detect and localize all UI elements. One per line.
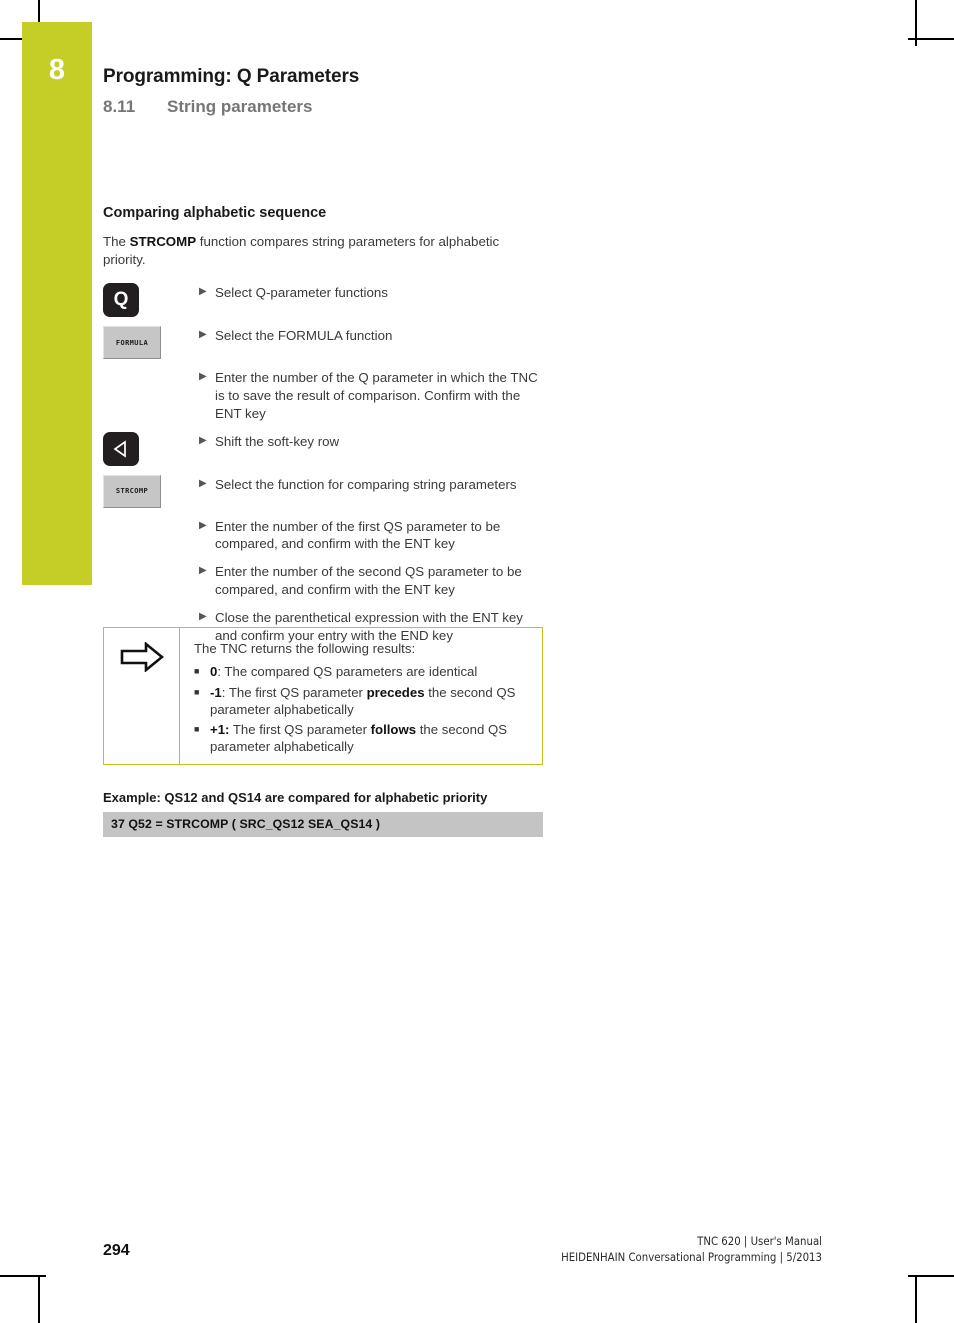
footer-meta: TNC 620 | User's Manual HEIDENHAIN Conve…	[561, 1234, 822, 1267]
footer-line-1: TNC 620 | User's Manual	[697, 1235, 822, 1248]
left-triangle-key-icon[interactable]	[103, 431, 139, 466]
chapter-accent-tab	[22, 22, 92, 585]
section-title: String parameters	[167, 97, 313, 116]
note-item-emphasis: follows	[370, 722, 417, 738]
intro-prefix: The	[103, 234, 130, 249]
note-item-list: ■ 0: The compared QS parameters are ident…	[194, 663, 532, 755]
note-item-text: +1: The first QS parameter follows the s…	[210, 721, 532, 755]
note-item-pre: : The first QS parameter	[221, 684, 367, 700]
instruction-step: ▶ Enter the number of the Q parameter in …	[103, 367, 548, 422]
instruction-step: FORMULA ▶ Select the FORMULA function	[103, 325, 548, 360]
note-item: ■ +1: The first QS parameter follows the …	[194, 721, 532, 755]
footer-line-2: HEIDENHAIN Conversational Programming | …	[561, 1251, 822, 1265]
formula-softkey-icon[interactable]: FORMULA	[103, 326, 161, 360]
step-text-slot: ▶ Enter the number of the Q parameter in …	[199, 367, 548, 422]
example-section: Example: QS12 and QS14 are compared for …	[103, 790, 543, 837]
step-key-slot	[103, 431, 199, 466]
instruction-step: ▶ Enter the number of the second QS param…	[103, 561, 548, 599]
step-description: Shift the soft-key row	[215, 433, 340, 449]
note-lead-text: The TNC returns the following results:	[194, 641, 416, 656]
note-item-text: -1: The first QS parameter precedes the …	[210, 684, 532, 718]
step-key-slot	[103, 561, 199, 562]
q-key-icon[interactable]: Q	[103, 283, 139, 318]
step-description: Enter the number of the first QS paramet…	[215, 518, 501, 552]
triangle-bullet-icon: ▶	[199, 477, 207, 489]
step-key-slot: Q	[103, 282, 199, 318]
crop-mark-bottom-left-vertical	[38, 1277, 40, 1323]
instruction-step: ▶ Enter the number of the first QS parame…	[103, 516, 548, 554]
step-description: Select the FORMULA function	[215, 328, 393, 344]
note-item-value: +1:	[210, 722, 230, 738]
triangle-bullet-icon: ▶	[199, 519, 207, 531]
note-item-value: -1	[210, 684, 222, 700]
instruction-step: Q ▶ Select Q-parameter functions	[103, 282, 548, 318]
instruction-steps: Q ▶ Select Q-parameter functions FORMULA ▶ Se…	[103, 282, 548, 644]
page-header: Programming: Q Parameters 8.11 String pa…	[103, 66, 803, 117]
triangle-bullet-icon: ▶	[199, 565, 207, 577]
note-item-pre: The first QS parameter	[229, 722, 371, 738]
arrow-right-outline-icon	[120, 641, 164, 677]
step-text-slot: ▶ Select Q-parameter functions	[199, 282, 548, 302]
step-key-slot: STRCOMP	[103, 474, 199, 508]
square-bullet-icon: ■	[194, 724, 200, 735]
note-icon-column	[104, 628, 180, 764]
section-number: 8.11	[103, 97, 136, 116]
step-text-slot: ▶ Select the function for comparing strin…	[199, 474, 548, 494]
triangle-bullet-icon: ▶	[199, 329, 207, 341]
note-box: The TNC returns the following results: ■…	[103, 627, 543, 765]
step-key-slot	[103, 367, 199, 368]
chapter-number: 8	[48, 54, 66, 86]
note-item: ■ -1: The first QS parameter precedes the…	[194, 684, 532, 718]
step-key-slot	[103, 607, 199, 608]
intro-paragraph: The STRCOMP function compares string par…	[103, 233, 539, 268]
instruction-step: STRCOMP ▶ Select the function for comparin…	[103, 474, 548, 508]
example-code-block: 37 Q52 = STRCOMP ( SRC_QS12 SEA_QS14 )	[103, 812, 543, 837]
step-text-slot: ▶ Select the FORMULA function	[199, 325, 548, 345]
crop-mark-top-right-horizontal	[908, 38, 954, 40]
step-description: Enter the number of the Q parameter in w…	[215, 370, 538, 421]
step-description: Select the function for comparing string…	[215, 476, 517, 492]
step-text-slot: ▶ Enter the number of the first QS parame…	[199, 516, 548, 554]
square-bullet-icon: ■	[194, 686, 200, 697]
triangle-bullet-icon: ▶	[199, 371, 207, 383]
triangle-bullet-icon: ▶	[199, 286, 207, 298]
note-item-text: 0: The compared QS parameters are identi…	[210, 663, 477, 680]
triangle-bullet-icon: ▶	[199, 610, 207, 622]
section-heading: 8.11 String parameters	[103, 97, 803, 117]
step-key-slot: FORMULA	[103, 325, 199, 360]
step-description: Enter the number of the second QS parame…	[215, 564, 522, 597]
page-number: 294	[103, 1242, 130, 1259]
intro-function-name: STRCOMP	[129, 234, 197, 249]
step-key-slot	[103, 516, 199, 517]
strcomp-softkey-icon[interactable]: STRCOMP	[103, 474, 161, 508]
main-content: Comparing alphabetic sequence The STRCOM…	[103, 205, 548, 652]
sub-heading: Comparing alphabetic sequence	[103, 205, 327, 221]
note-item-pre: : The compared QS parameters are identic…	[217, 664, 478, 680]
instruction-step: ▶ Shift the soft-key row	[103, 431, 548, 466]
note-item-emphasis: precedes	[366, 684, 425, 700]
step-text-slot: ▶ Enter the number of the second QS param…	[199, 561, 548, 599]
triangle-bullet-icon: ▶	[199, 434, 207, 446]
step-description: Select Q-parameter functions	[215, 285, 388, 301]
crop-mark-bottom-right-vertical	[915, 1277, 917, 1323]
square-bullet-icon: ■	[194, 666, 200, 677]
example-title: Example: QS12 and QS14 are compared for …	[103, 790, 488, 805]
step-text-slot: ▶ Shift the soft-key row	[199, 431, 548, 451]
note-item: ■ 0: The compared QS parameters are ident…	[194, 663, 532, 681]
chapter-title: Programming: Q Parameters	[103, 66, 360, 87]
note-body: The TNC returns the following results: ■…	[180, 628, 542, 764]
